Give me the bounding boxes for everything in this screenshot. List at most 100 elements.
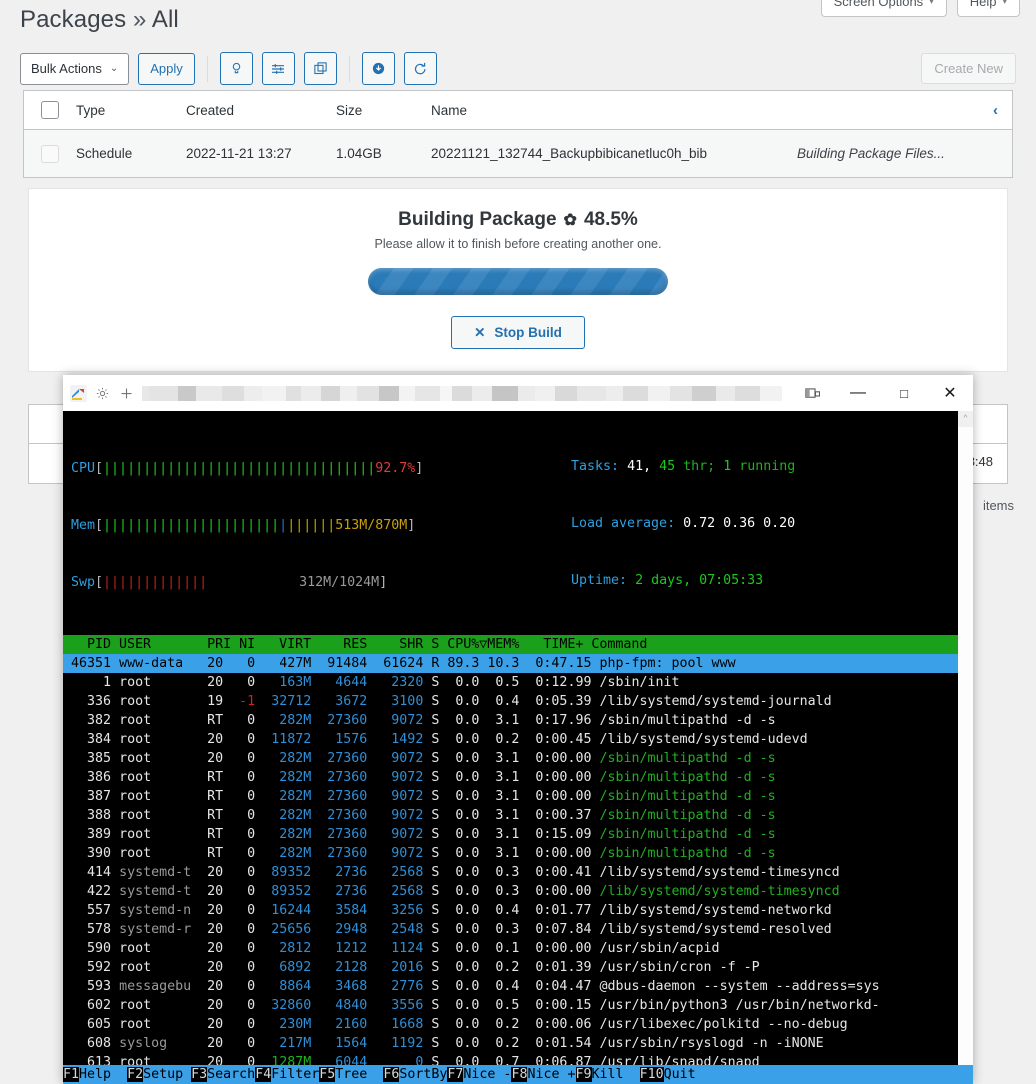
process-row[interactable]: 46351 www-data 20 0 427M 91484 61624 R 8… [63,654,958,673]
terminal-titlebar[interactable]: — □ ✕ [63,375,973,411]
fkey-label[interactable]: SortBy [399,1067,448,1082]
fkey-key[interactable]: F9 [575,1067,592,1082]
swap-meter-label: Swp [71,575,96,590]
process-row[interactable]: 386 root RT 0 282M 27360 9072 S 0.0 3.1 … [63,768,958,787]
process-row[interactable]: 1 root 20 0 163M 4644 2320 S 0.0 0.5 0:1… [63,673,958,692]
process-row[interactable]: 387 root RT 0 282M 27360 9072 S 0.0 3.1 … [63,787,958,806]
process-row[interactable]: 605 root 20 0 230M 2160 1668 S 0.0 0.2 0… [63,1015,958,1034]
fkey-label[interactable]: Nice - [463,1067,512,1082]
process-row[interactable]: 388 root RT 0 282M 27360 9072 S 0.0 3.1 … [63,806,958,825]
lightbulb-button[interactable] [219,52,253,85]
process-row[interactable]: 336 root 19 -1 32712 3672 3100 S 0.0 0.4… [63,692,958,711]
fkey-key[interactable]: F7 [447,1067,464,1082]
process-row[interactable]: 382 root RT 0 282M 27360 9072 S 0.0 3.1 … [63,711,958,730]
fkey-label[interactable]: Setup [143,1067,192,1082]
column-header-type[interactable]: Type [76,103,186,118]
fkey-label[interactable]: Kill [591,1067,640,1082]
process-mem: 3.1 [479,770,520,785]
scrollbar-thumb[interactable] [958,427,973,1068]
fkey-label[interactable]: Help [79,1067,128,1082]
close-button[interactable]: ✕ [927,375,973,411]
htop-process-list[interactable]: 46351 www-data 20 0 427M 91484 61624 R 8… [63,654,958,1084]
fkey-key[interactable]: F6 [383,1067,400,1082]
process-res: 27360 [311,770,368,785]
maximize-button[interactable]: □ [881,375,927,411]
process-row[interactable]: 414 systemd-t 20 0 89352 2736 2568 S 0.0… [63,863,958,882]
process-pri: 20 [199,675,224,690]
cpu-meter-value: 92.7% [375,461,416,476]
select-all-checkbox[interactable] [24,101,76,119]
apply-button[interactable]: Apply [138,52,195,85]
column-header-name[interactable]: Name [431,103,1012,118]
process-pri: RT [199,827,224,842]
process-row[interactable]: 557 systemd-n 20 0 16244 3584 3256 S 0.0… [63,901,958,920]
process-time: 0:00.06 [519,1017,592,1032]
fkey-key[interactable]: F8 [511,1067,528,1082]
process-row[interactable]: 608 syslog 20 0 217M 1564 1192 S 0.0 0.2… [63,1034,958,1053]
fkey-key[interactable]: F5 [319,1067,336,1082]
fkey-key[interactable]: F10 [639,1067,664,1082]
process-row[interactable]: 578 systemd-r 20 0 25656 2948 2548 S 0.0… [63,920,958,939]
plus-icon[interactable] [118,385,135,402]
screen-options-button[interactable]: Screen Options ▾ [820,0,947,17]
fkey-label[interactable]: Tree [335,1067,384,1082]
process-shr: 9072 [367,808,424,823]
fkey-key[interactable]: F1 [63,1067,80,1082]
chevron-down-icon: ▾ [929,0,934,6]
process-cpu: 0.0 [439,1036,480,1051]
fkey-label[interactable]: Quit [663,1067,712,1082]
minimize-button[interactable]: — [835,375,881,411]
process-row[interactable]: 602 root 20 0 32860 4840 3556 S 0.0 0.5 … [63,996,958,1015]
gear-icon[interactable] [94,385,111,402]
fkey-key[interactable]: F4 [255,1067,272,1082]
split-pane-icon[interactable] [789,375,835,411]
process-row[interactable]: 390 root RT 0 282M 27360 9072 S 0.0 3.1 … [63,844,958,863]
terminal-window[interactable]: — □ ✕ CPU[||||||||||||||||||||||||||||||… [63,375,973,1084]
tasks-line: Tasks: 41, 45 thr; 1 running [571,457,795,476]
process-user: systemd-r [119,922,200,937]
column-header-created[interactable]: Created [186,103,336,118]
process-row[interactable]: 384 root 20 0 11872 1576 1492 S 0.0 0.2 … [63,730,958,749]
collapse-chevron-icon[interactable]: ‹ [993,102,998,119]
build-progress-panel: Building Package ✿ 48.5% Please allow it… [28,188,1008,372]
fkey-key[interactable]: F2 [127,1067,144,1082]
terminal-scrollbar[interactable]: ⌃ ⌄ [958,411,973,1084]
process-row[interactable]: 593 messagebu 20 0 8864 3468 2776 S 0.0 … [63,977,958,996]
cell-created: 2022-11-21 13:27 [186,146,292,161]
table-row[interactable]: Schedule 2022-11-21 13:27 1.04GB 2022112… [24,130,1012,178]
download-button[interactable] [361,52,395,85]
process-user: root [119,1017,200,1032]
process-command: /lib/systemd/systemd-udevd [599,732,808,747]
htop-column-header[interactable]: PID USER PRI NI VIRT RES SHR S CPU%▽MEM%… [63,635,958,654]
column-header-size[interactable]: Size [336,103,431,118]
close-icon: ✕ [474,324,486,340]
swap-meter: Swp[||||||||||||| 312M/1024M] [71,575,388,590]
process-res: 3468 [311,979,368,994]
htop-function-keys[interactable]: F1Help F2Setup F3SearchF4FilterF5Tree F6… [63,1065,973,1084]
process-row[interactable]: 385 root 20 0 282M 27360 9072 S 0.0 3.1 … [63,749,958,768]
fkey-label[interactable]: Nice + [527,1067,576,1082]
scroll-up-icon[interactable]: ⌃ [958,411,973,427]
process-row[interactable]: 590 root 20 0 2812 1212 1124 S 0.0 0.1 0… [63,939,958,958]
help-button[interactable]: Help ▾ [956,0,1020,17]
fkey-key[interactable]: F3 [191,1067,208,1082]
process-row[interactable]: 389 root RT 0 282M 27360 9072 S 0.0 3.1 … [63,825,958,844]
terminal-body[interactable]: CPU[||||||||||||||||||||||||||||||||||92… [63,411,973,1084]
settings-sliders-button[interactable] [261,52,295,85]
process-user: root [119,998,200,1013]
restore-button[interactable] [403,52,437,85]
duplicate-button[interactable] [303,52,337,85]
process-row[interactable]: 592 root 20 0 6892 2128 2016 S 0.0 0.2 0… [63,958,958,977]
fkey-label[interactable]: Filter [271,1067,320,1082]
fkey-label[interactable]: Search [207,1067,256,1082]
process-state: S [423,979,440,994]
window-controls[interactable]: — □ ✕ [789,375,973,411]
create-new-button[interactable]: Create New [921,53,1016,84]
process-state: S [423,865,440,880]
row-checkbox[interactable] [24,144,76,163]
process-cpu: 0.0 [439,732,480,747]
process-row[interactable]: 422 systemd-t 20 0 89352 2736 2568 S 0.0… [63,882,958,901]
stop-build-button[interactable]: ✕ Stop Build [451,316,585,349]
bulk-actions-select[interactable]: Bulk Actions ⌄ [20,52,130,85]
process-pri: RT [199,713,224,728]
